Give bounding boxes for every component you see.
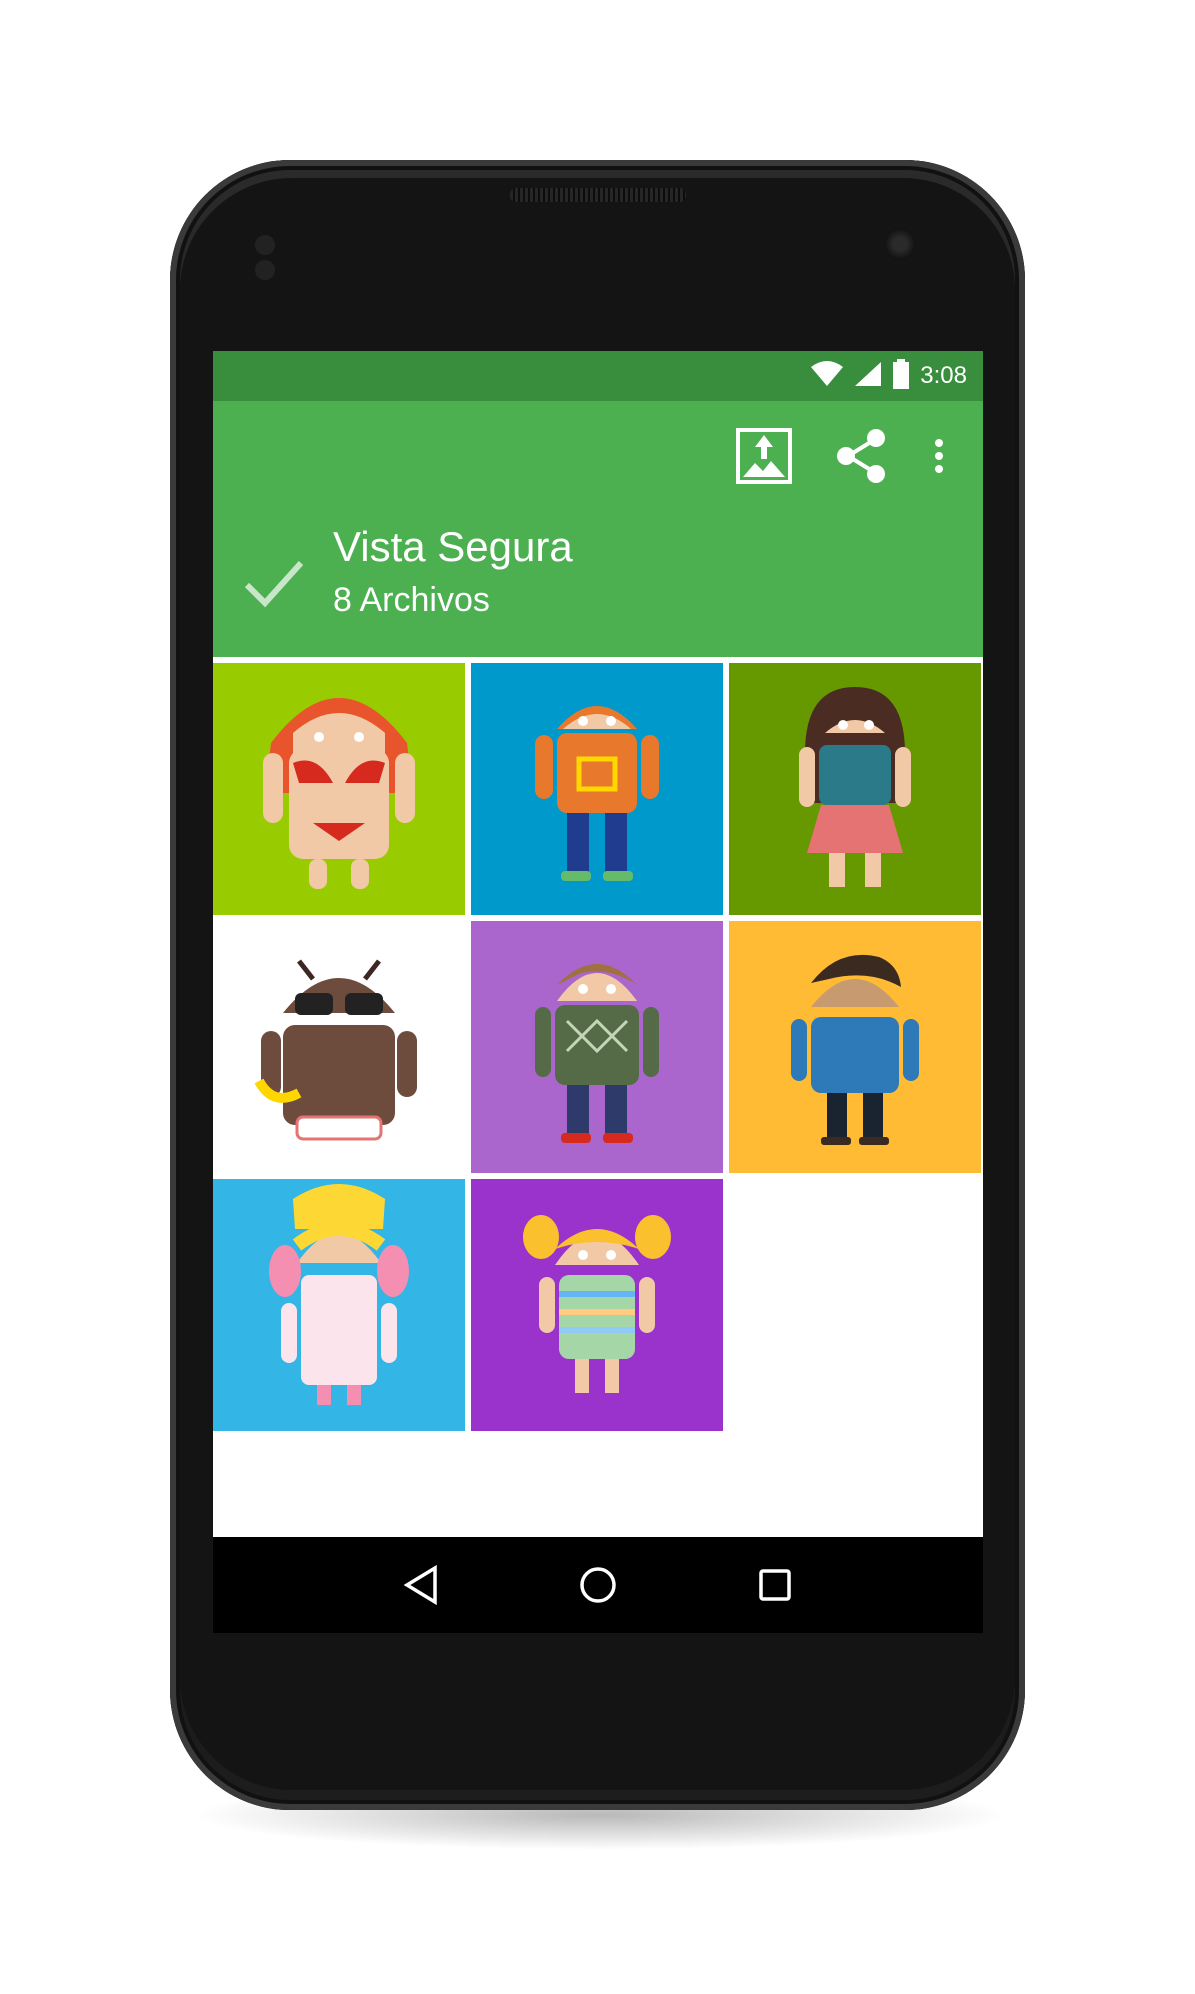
upload-image-button[interactable] [729, 421, 799, 491]
check-icon[interactable] [243, 551, 305, 613]
gallery-item-bikini[interactable] [213, 663, 465, 915]
upload-image-icon [736, 428, 792, 484]
status-time: 3:08 [920, 362, 967, 389]
front-camera [884, 228, 916, 260]
android-figure-icon [269, 1184, 409, 1405]
gallery-item-earmuffs[interactable] [213, 1179, 465, 1431]
navigation-bar [213, 1537, 983, 1633]
selection-title: Vista Segura [333, 523, 573, 570]
android-figure-icon [791, 954, 919, 1145]
android-figure-icon [535, 964, 659, 1143]
earpiece-speaker [510, 188, 686, 202]
phone-screen: 3:08 Vista Segura 8 Archivos [213, 351, 983, 1633]
android-figure-icon [535, 706, 659, 881]
more-vert-icon [935, 439, 943, 473]
back-icon [403, 1565, 438, 1605]
image-grid [213, 663, 983, 1431]
share-button[interactable] [827, 421, 897, 491]
app-bar: Vista Segura 8 Archivos [213, 401, 983, 657]
android-figure-icon [799, 687, 911, 887]
android-figure-icon [523, 1215, 671, 1393]
gallery-item-pigtails[interactable] [471, 1179, 723, 1431]
home-button[interactable] [568, 1555, 628, 1615]
home-icon [580, 1567, 616, 1603]
file-count: 8 Archivos [333, 581, 490, 619]
share-icon [837, 429, 885, 483]
overflow-menu-button[interactable] [925, 421, 953, 491]
gallery-item-hoodie[interactable] [471, 663, 723, 915]
gallery-item-sunglasses[interactable] [213, 921, 465, 1173]
status-bar: 3:08 [213, 351, 983, 401]
android-figure-icon [254, 959, 417, 1141]
recents-button[interactable] [745, 1555, 805, 1615]
back-button[interactable] [391, 1555, 451, 1615]
signal-icon [854, 361, 882, 392]
android-figure-icon [263, 698, 415, 889]
battery-icon [892, 358, 910, 394]
gallery-item-polo[interactable] [729, 921, 981, 1173]
gallery-item-sweater[interactable] [471, 921, 723, 1173]
proximity-sensor [255, 235, 303, 280]
gallery-item-girl-dress[interactable] [729, 663, 981, 915]
recents-icon [758, 1569, 791, 1601]
wifi-icon [810, 360, 844, 392]
